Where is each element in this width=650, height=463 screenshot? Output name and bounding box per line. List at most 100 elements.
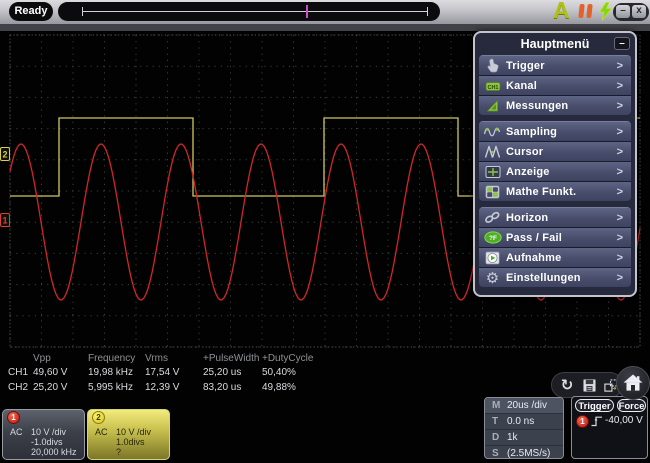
menu-group-3: Horizon > ?F Pass / Fail > Aufnahme > ⚙ … (479, 207, 631, 287)
ch2-pulsewidth: 83,20 us (203, 382, 242, 393)
measurements-row-ch2: CH2 25,20 V 5,995 kHz 12,39 V 83,20 us 4… (0, 382, 480, 394)
col-header-vrms: Vrms (145, 353, 168, 364)
svg-text:2: 2 (2, 150, 7, 160)
menu-item-label: Kanal (506, 79, 537, 92)
minimize-button[interactable]: – (616, 5, 630, 18)
channel-1-badge: 1 (7, 411, 20, 424)
chevron-right-icon: > (616, 251, 623, 264)
oscilloscope-app: Ready A – x 2 1 Hauptmenü – Trigger > CH1… (0, 0, 650, 463)
menu-item-aufnahme[interactable]: Aufnahme > (479, 248, 631, 268)
link-icon (479, 211, 506, 224)
timebase-label: M (492, 400, 501, 411)
col-header-frequency: Frequency (88, 353, 136, 364)
hand-icon (479, 58, 506, 73)
menu-item-horizon[interactable]: Horizon > (479, 208, 631, 228)
pause-icon[interactable] (578, 4, 593, 18)
menu-item-messungen[interactable]: Messungen > (479, 96, 631, 115)
menu-item-label: Einstellungen (506, 271, 581, 284)
trigger-button[interactable]: Trigger (575, 399, 614, 412)
menu-item-anzeige[interactable]: Anzeige > (479, 162, 631, 182)
autoset-refresh-icon[interactable]: ↻ (558, 376, 576, 394)
measurements-row-ch1: CH1 49,60 V 19,98 kHz 17,54 V 25,20 us 5… (0, 367, 480, 379)
menu-item-label: Aufnahme (506, 251, 562, 264)
chevron-right-icon: > (616, 125, 623, 138)
ch2-frequency-readout: ? (116, 447, 122, 457)
gear-icon: ⚙ (485, 268, 500, 287)
window-controls: – x (613, 3, 649, 21)
chevron-right-icon: > (616, 165, 623, 178)
timebase-value: (2.5MS/s) (507, 448, 551, 459)
ch1-pulsewidth: 25,20 us (203, 367, 242, 378)
channel-1-box[interactable]: 1 AC 10 V /div -1.0divs 20,000 kHz (2, 409, 85, 460)
save-icon[interactable] (580, 376, 598, 394)
channel-icon: CH1 (479, 79, 506, 93)
menu-item-label: Mathe Funkt. (506, 185, 577, 198)
menu-item-kanal[interactable]: CH1 Kanal > (479, 76, 631, 96)
svg-text:?F: ?F (489, 235, 497, 242)
menu-item-label: Pass / Fail (506, 231, 563, 244)
ch2-frequency: 5,995 kHz (88, 382, 134, 393)
menu-item-einstellungen[interactable]: ⚙ Einstellungen > (479, 268, 631, 287)
svg-text:1: 1 (2, 216, 7, 226)
ch2-coupling: AC (95, 427, 108, 437)
timebase-row-m: M 20us /div (485, 398, 563, 413)
timebase-panel[interactable]: M 20us /div T 0.0 ns D 1k S (2.5MS/s) (484, 397, 564, 459)
menu-title-text: Hauptmenü (520, 37, 590, 51)
measurements-table: Vpp Frequency Vrms +PulseWidth +DutyCycl… (0, 351, 480, 397)
quick-toolbar: ↻ (551, 372, 623, 398)
chevron-right-icon: > (616, 211, 623, 224)
slider-left-tick (82, 7, 83, 16)
channel-2-box[interactable]: 2 AC 10 V /div 1.0divs ? (87, 409, 170, 460)
slider-position-marker[interactable] (306, 5, 308, 18)
svg-text:CH1: CH1 (487, 85, 498, 91)
ch1-vpp: 49,60 V (33, 367, 68, 378)
timebase-label: T (492, 416, 499, 427)
ch2-position: 1.0divs (116, 437, 145, 447)
menu-collapse-button[interactable]: – (614, 37, 630, 50)
slider-line (82, 11, 428, 12)
force-button[interactable]: Force (617, 399, 646, 412)
math-icon (479, 184, 506, 199)
timebase-value: 0.0 ns (507, 416, 535, 427)
ch1-vrms: 17,54 V (145, 367, 180, 378)
ch2-dutycycle: 49,88% (262, 382, 296, 393)
row-label-ch1: CH1 (8, 367, 29, 378)
record-icon (479, 251, 506, 265)
menu-item-trigger[interactable]: Trigger > (479, 56, 631, 76)
cursor-icon (479, 145, 506, 159)
menu-item-label: Cursor (506, 145, 544, 158)
ch2-vrms: 12,39 V (145, 382, 180, 393)
col-header-dutycycle: +DutyCycle (262, 353, 314, 364)
menu-item-cursor[interactable]: Cursor > (479, 142, 631, 162)
home-icon (623, 374, 643, 391)
close-button[interactable]: x (632, 5, 646, 18)
menu-item-label: Sampling (506, 125, 558, 138)
trigger-source-badge: 1 (576, 415, 589, 428)
menu-item-pass-fail[interactable]: ?F Pass / Fail > (479, 228, 631, 248)
trigger-panel: Trigger Force 1 -40,00 V (571, 396, 648, 459)
measurements-header-row: Vpp Frequency Vrms +PulseWidth +DutyCycl… (0, 353, 480, 365)
trigger-position-slider[interactable] (58, 2, 440, 21)
flash-icon[interactable] (598, 2, 613, 26)
col-header-vpp: Vpp (33, 353, 51, 364)
menu-item-label: Trigger (506, 59, 545, 72)
top-toolbar: Ready A – x (0, 0, 650, 24)
timebase-value: 1k (507, 432, 518, 443)
home-button[interactable] (616, 366, 650, 400)
ch2-vpp: 25,20 V (33, 382, 68, 393)
trigger-level-value: -40,00 V (605, 415, 643, 426)
toolbar-bottom-strip (0, 24, 650, 31)
ch1-dutycycle: 50,40% (262, 367, 296, 378)
ch2-scale: 10 V /div (116, 427, 152, 437)
chevron-right-icon: > (616, 185, 623, 198)
autoset-a-icon[interactable]: A (553, 0, 570, 24)
chevron-right-icon: > (616, 99, 623, 112)
menu-item-mathe-funkt[interactable]: Mathe Funkt. > (479, 182, 631, 201)
passfail-icon: ?F (479, 231, 506, 244)
menu-item-sampling[interactable]: Sampling > (479, 122, 631, 142)
timebase-label: D (492, 432, 500, 443)
acquisition-status-badge[interactable]: Ready (9, 2, 53, 21)
timebase-label: S (492, 448, 499, 459)
ch1-position: -1.0divs (31, 437, 63, 447)
timebase-row-s: S (2.5MS/s) (485, 445, 563, 459)
